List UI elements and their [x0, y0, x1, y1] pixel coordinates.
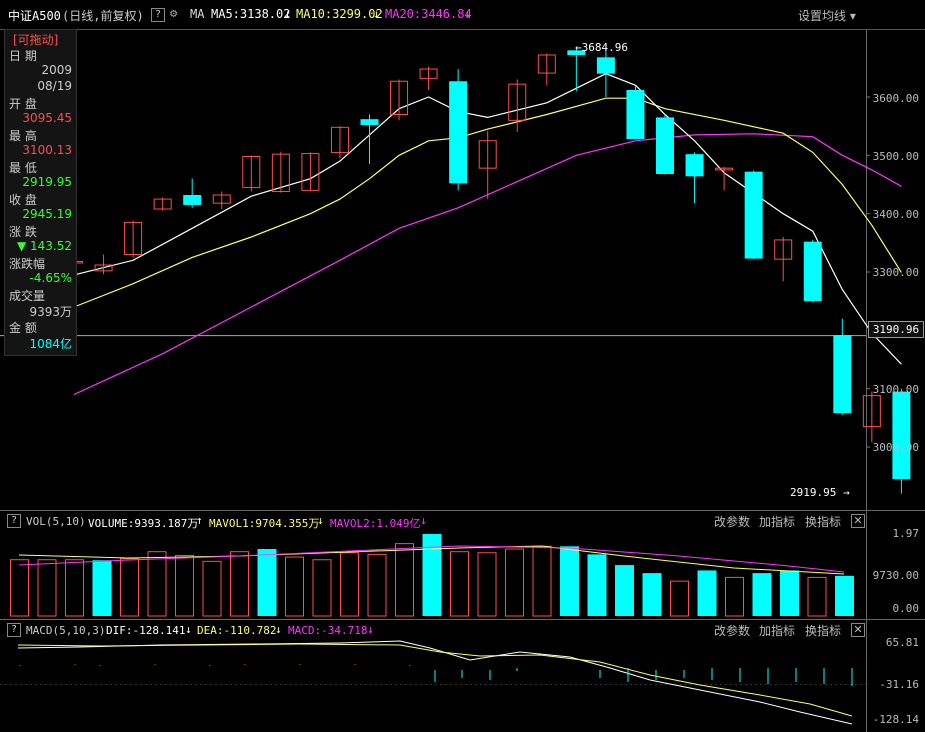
volume-bar — [477, 552, 497, 617]
price-tick: 3400.00 — [872, 208, 919, 221]
volume-tick: 0.00 — [892, 602, 920, 615]
volume-bar — [147, 551, 167, 617]
candle-body — [183, 195, 202, 205]
macd-actions: 改参数 加指标 换指标 ✕ — [0, 621, 925, 639]
close-icon[interactable]: ✕ — [851, 623, 865, 637]
volume-bar — [395, 543, 414, 617]
volume-bar — [285, 556, 304, 617]
price-tick: 3000.00 — [872, 441, 919, 454]
macd-axis: 65.81 -31.16 -128.14 — [866, 620, 925, 732]
volume-bar — [175, 554, 194, 617]
candle-body — [449, 81, 468, 184]
volume-bar — [10, 559, 29, 617]
volume-bar — [65, 559, 84, 617]
candle-body — [360, 119, 379, 125]
amount-label: 金 额 — [9, 321, 37, 335]
close-icon[interactable]: ✕ — [851, 514, 865, 528]
edit-params-button[interactable]: 改参数 — [714, 513, 750, 530]
pct-value: -4.65% — [29, 271, 72, 285]
volume-bar — [642, 573, 662, 616]
open-value: 3095.45 — [22, 111, 72, 125]
volume-bar — [560, 546, 579, 616]
dif-line — [17, 640, 853, 725]
price-axis: 3600.00 3500.00 3400.00 3300.00 3100.00 … — [866, 0, 925, 510]
volume-bar — [752, 573, 772, 616]
volume-bar — [230, 551, 249, 617]
pct-label: 涨跌幅 — [9, 257, 46, 271]
price-tick: 3600.00 — [872, 92, 919, 105]
volume-bar — [257, 549, 277, 616]
volume-bar — [780, 570, 799, 616]
candle-body — [596, 57, 615, 74]
volume-bar — [450, 551, 469, 617]
macd-tick: 65.81 — [885, 636, 919, 649]
volume-bar — [697, 570, 717, 616]
edit-params-button[interactable]: 改参数 — [714, 622, 750, 639]
data-info-panel[interactable]: [可拖动] 日 期 2009 08/19 开 盘 3095.45 最 高 310… — [4, 29, 77, 356]
candle-body — [833, 335, 852, 414]
low-value: 2919.95 — [22, 175, 72, 189]
volume-bar — [835, 575, 854, 616]
volume-bar — [615, 565, 634, 616]
crosshair-price-label: 3190.96 — [868, 321, 924, 338]
candle-body — [685, 154, 704, 177]
close-value: 2945.19 — [22, 207, 72, 221]
low-annotation: 2919.95 → — [790, 486, 850, 499]
amount-value: 1084亿 — [29, 337, 72, 351]
price-tick: 3300.00 — [872, 266, 919, 279]
date-year: 2009 — [41, 63, 72, 77]
volume-bar — [670, 580, 689, 617]
open-label: 开 盘 — [9, 97, 37, 111]
volume-bar — [92, 560, 112, 616]
high-annotation: ←3684.96 — [575, 41, 628, 54]
candle-body — [803, 241, 822, 302]
candle-body — [744, 171, 763, 259]
volume-bar — [587, 554, 607, 616]
macd-tick: -31.16 — [879, 678, 919, 691]
date-value: 08/19 — [37, 79, 72, 93]
macd-tick: -128.14 — [872, 713, 919, 726]
volume-value: 9393万 — [29, 305, 72, 319]
volume-bar — [725, 576, 744, 617]
price-tick: 3100.00 — [872, 383, 919, 396]
high-label: 最 高 — [9, 129, 37, 143]
volume-bar — [422, 534, 442, 616]
ma5-line — [73, 73, 902, 365]
low-annotation-value: 2919.95 — [790, 486, 837, 499]
volume-actions: 改参数 加指标 换指标 ✕ — [0, 512, 925, 530]
volume-bar — [312, 559, 332, 617]
volume-tick: 9730.00 — [872, 569, 919, 582]
volume-bar — [202, 560, 222, 617]
candle-body — [626, 90, 645, 139]
volume-bar — [367, 553, 387, 617]
add-indicator-button[interactable]: 加指标 — [759, 513, 795, 530]
volume-axis: 1.97 9730.00 0.00 — [866, 510, 925, 620]
high-annotation-value: 3684.96 — [581, 41, 628, 54]
low-label: 最 低 — [9, 161, 37, 175]
volume-label: 成交量 — [9, 289, 46, 303]
volume-bar — [807, 576, 827, 617]
volume-tick: 1.97 — [892, 527, 920, 540]
switch-indicator-button[interactable]: 换指标 — [805, 513, 841, 530]
volume-bar — [505, 548, 524, 617]
volume-bar — [37, 559, 57, 617]
volume-bar — [340, 552, 359, 617]
draggable-label[interactable]: [可拖动] — [13, 31, 58, 48]
candle-body — [656, 117, 674, 174]
volume-bar — [532, 545, 552, 617]
switch-indicator-button[interactable]: 换指标 — [805, 622, 841, 639]
close-label: 收 盘 — [9, 193, 37, 207]
date-label: 日 期 — [9, 49, 37, 63]
change-value: ▼ 143.52 — [16, 239, 72, 253]
change-label: 涨 跌 — [9, 225, 37, 239]
add-indicator-button[interactable]: 加指标 — [759, 622, 795, 639]
volume-bar — [120, 558, 139, 617]
high-value: 3100.13 — [22, 143, 72, 157]
price-tick: 3500.00 — [872, 150, 919, 163]
